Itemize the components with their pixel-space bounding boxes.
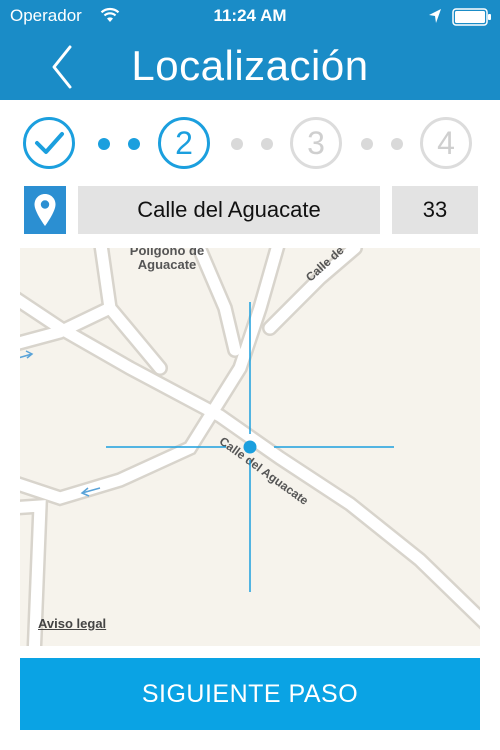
address-row: Calle del Aguacate 33 [0,186,500,236]
step-connector-dot [128,138,140,150]
location-arrow-icon [429,9,441,23]
page-title: Localización [131,42,369,89]
status-bar: Operador 11:24 AM [0,0,500,34]
step-progress: 2 3 4 [0,112,500,178]
step-connector-dot [391,138,403,150]
street-number-field[interactable]: 33 [392,186,478,234]
step-2-current: 2 [158,117,210,169]
step-3-pending: 3 [290,117,342,169]
step-connector-dot [261,138,273,150]
locate-me-button[interactable] [24,186,66,234]
nav-bar: Localización [0,34,500,100]
crosshair-icon [106,302,394,592]
checkmark-icon [35,132,64,154]
clock: 11:24 AM [213,6,287,25]
step-4-pending: 4 [420,117,472,169]
step-connector-dot [231,138,243,150]
battery-icon [452,8,491,26]
legal-notice-link[interactable]: Aviso legal [38,616,106,631]
next-step-button[interactable]: SIGUIENTE PASO [20,658,480,730]
map-pin-icon [34,194,56,226]
step-1-completed [23,117,75,169]
location-marker-icon [243,440,257,454]
map-view[interactable]: Polígono de Aguacate Calle de Calle del … [20,248,480,646]
step-connector-dot [361,138,373,150]
step-connector-dot [98,138,110,150]
street-field[interactable]: Calle del Aguacate [78,186,380,234]
